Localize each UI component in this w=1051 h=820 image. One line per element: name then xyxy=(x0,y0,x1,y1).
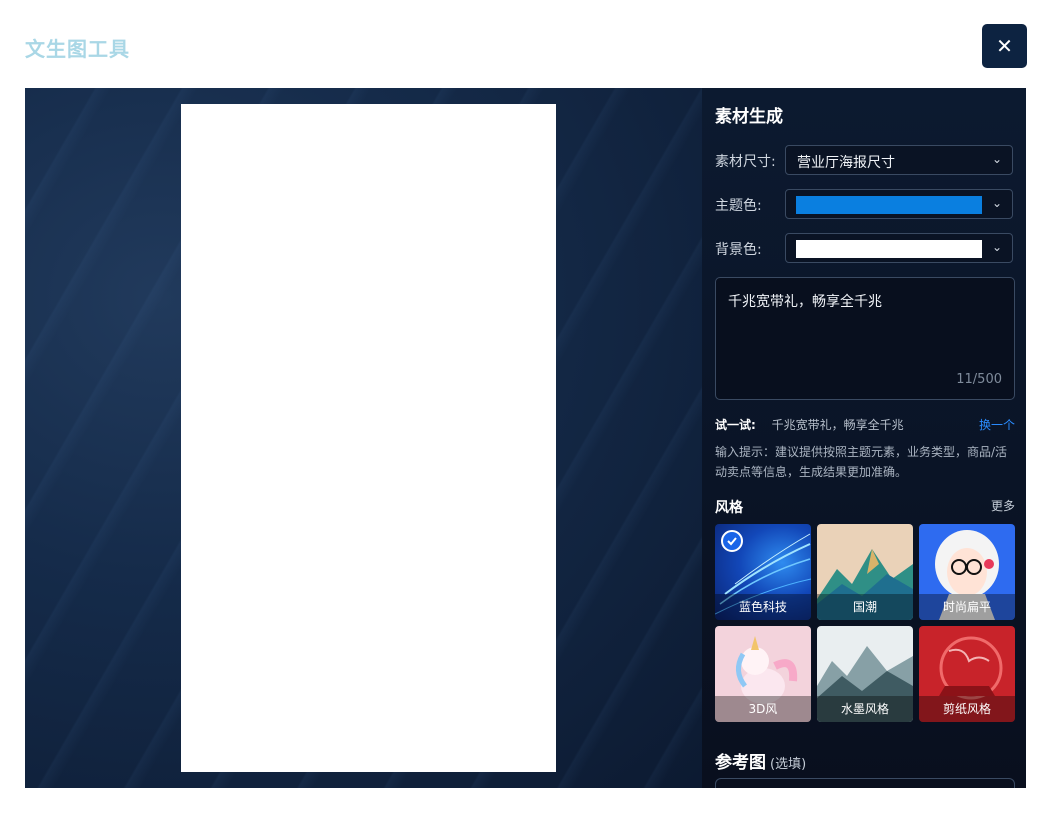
char-count: 11/500 xyxy=(956,372,1002,387)
reference-optional: (选填) xyxy=(770,757,807,772)
style-card-label: 时尚扁平 xyxy=(919,594,1015,620)
preview-canvas xyxy=(25,88,702,788)
reference-title: 参考图 (选填) xyxy=(715,748,806,773)
style-card-flat[interactable]: 时尚扁平 xyxy=(919,524,1015,620)
size-label: 素材尺寸: xyxy=(715,154,776,170)
style-card-label: 蓝色科技 xyxy=(715,594,811,620)
style-card-label: 3D风 xyxy=(715,696,811,722)
close-button[interactable]: ✕ xyxy=(982,24,1027,68)
style-card-ink[interactable]: 水墨风格 xyxy=(817,626,913,722)
reference-title-text: 参考图 xyxy=(715,753,766,773)
style-section-title: 风格 xyxy=(715,500,743,516)
app-title: 文生图工具 xyxy=(25,37,130,61)
bg-color-select[interactable]: ⌄ xyxy=(785,233,1013,263)
panel-title: 素材生成 xyxy=(715,107,783,127)
input-hint: 输入提示：建议提供按照主题元素，业务类型，商品/活动卖点等信息，生成结果更加准确… xyxy=(715,445,1008,479)
style-more-link[interactable]: 更多 xyxy=(991,497,1015,514)
style-card-guochao[interactable]: 国潮 xyxy=(817,524,913,620)
style-card-3d[interactable]: 3D风 xyxy=(715,626,811,722)
try-example-row: 试一试: 千兆宽带礼，畅享全千兆 xyxy=(715,416,904,433)
theme-color-swatch xyxy=(796,196,982,214)
selected-check-icon xyxy=(721,530,743,552)
size-select[interactable]: 营业厅海报尺寸 ⌄ xyxy=(785,145,1013,175)
theme-color-label: 主题色: xyxy=(715,198,762,214)
prompt-textarea[interactable]: 千兆宽带礼，畅享全千兆 11/500 xyxy=(715,277,1015,400)
prompt-text: 千兆宽带礼，畅享全千兆 xyxy=(728,294,882,310)
reference-upload[interactable] xyxy=(715,778,1015,788)
try-label: 试一试: xyxy=(715,418,756,432)
try-example-text[interactable]: 千兆宽带礼，畅享全千兆 xyxy=(772,418,904,432)
style-card-papercut[interactable]: 剪纸风格 xyxy=(919,626,1015,722)
bg-color-swatch xyxy=(796,240,982,258)
size-select-value: 营业厅海报尺寸 xyxy=(797,155,895,171)
style-card-label: 水墨风格 xyxy=(817,696,913,722)
settings-panel: 素材生成 素材尺寸: 营业厅海报尺寸 ⌄ 主题色: ⌄ 背景色: ⌄ 千兆宽带礼… xyxy=(702,88,1026,788)
chevron-down-icon: ⌄ xyxy=(991,196,1002,210)
main-workspace: 素材生成 素材尺寸: 营业厅海报尺寸 ⌄ 主题色: ⌄ 背景色: ⌄ 千兆宽带礼… xyxy=(25,88,1026,788)
close-icon: ✕ xyxy=(996,34,1013,58)
change-example-link[interactable]: 换一个 xyxy=(979,416,1015,433)
style-card-label: 国潮 xyxy=(817,594,913,620)
style-grid: 蓝色科技 国潮 时尚扁平 3D风 水墨风格 剪纸风格 xyxy=(715,524,1017,724)
chevron-down-icon: ⌄ xyxy=(991,240,1002,254)
style-card-label: 剪纸风格 xyxy=(919,696,1015,722)
poster-preview xyxy=(181,104,556,772)
bg-color-label: 背景色: xyxy=(715,242,762,258)
style-card-blue-tech[interactable]: 蓝色科技 xyxy=(715,524,811,620)
theme-color-select[interactable]: ⌄ xyxy=(785,189,1013,219)
chevron-down-icon: ⌄ xyxy=(991,152,1002,166)
